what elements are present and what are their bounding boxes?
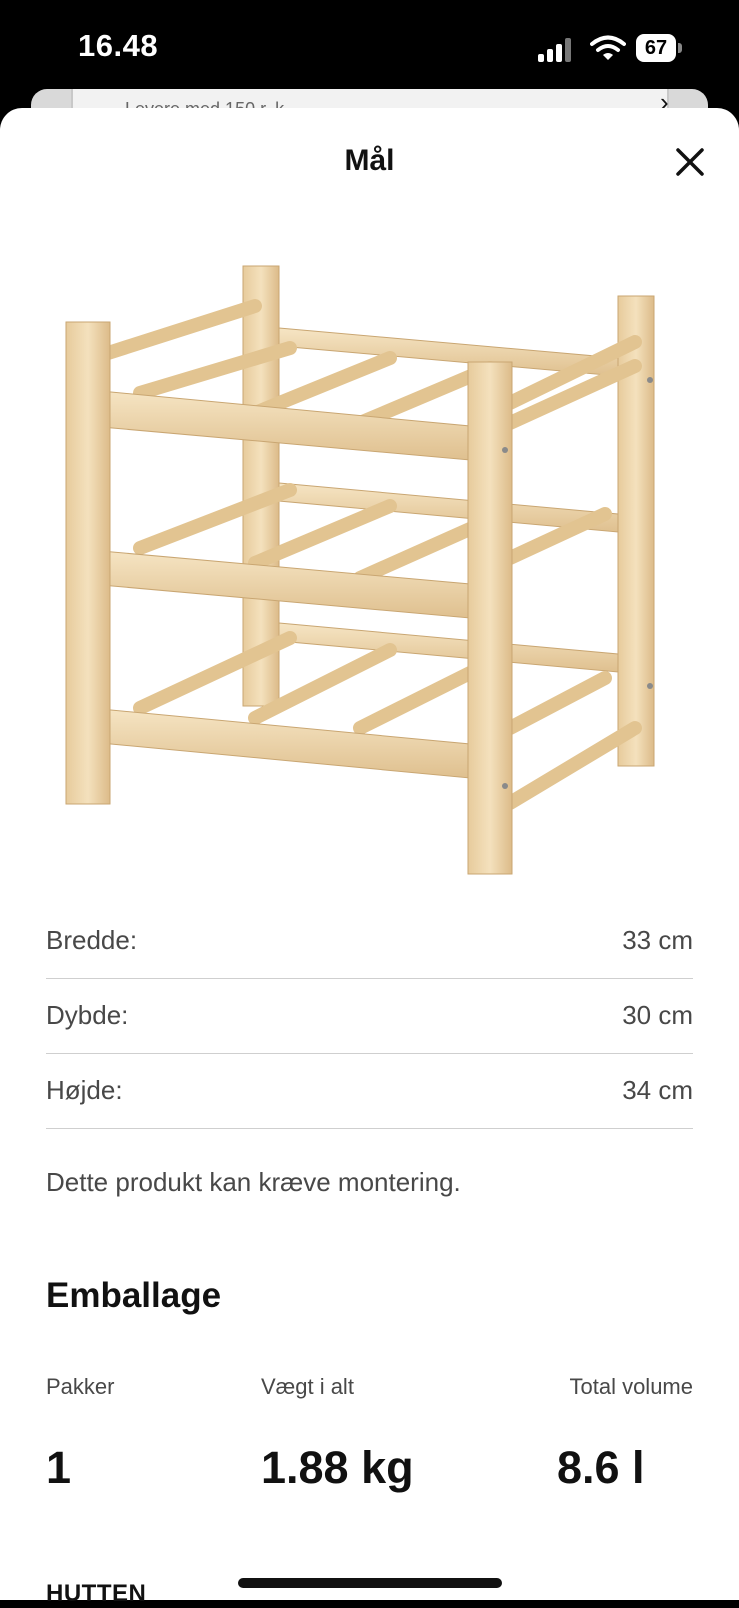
dimension-row-width: Bredde: 33 cm [46,904,693,979]
volume-value: 8.6 l [557,1442,645,1493]
dimension-label: Dybde: [46,1000,129,1030]
product-name: HUTTEN [46,1580,147,1607]
weight-label: Vægt i alt [261,1374,354,1399]
battery-level: 67 [636,34,676,62]
battery-icon: 67 [636,34,682,62]
dimension-value: 30 cm [622,1000,693,1030]
volume-label: Total volume [569,1374,693,1399]
product-image [65,265,655,875]
dimension-value: 33 cm [622,925,693,955]
status-bar: 16.48 67 [0,0,739,100]
dimensions-table: Bredde: 33 cm Dybde: 30 cm Højde: 34 cm [46,904,693,1129]
dimension-label: Bredde: [46,925,138,955]
dimension-row-height: Højde: 34 cm [46,1054,693,1129]
status-time: 16.48 [78,28,159,63]
packaging-heading: Emballage [46,1276,222,1315]
weight-value: 1.88 kg [261,1442,414,1493]
dimension-row-depth: Dybde: 30 cm [46,979,693,1054]
dimension-value: 34 cm [622,1075,693,1105]
cellular-signal-icon [538,36,578,62]
close-icon[interactable] [670,142,710,182]
packages-label: Pakker [46,1374,115,1399]
assembly-note: Dette produkt kan kræve montering. [46,1167,461,1197]
dimensions-sheet: Mål Bredde: 33 cm Dybde: 30 cm Højde: 34… [0,108,739,1607]
sheet-title: Mål [344,144,395,177]
wifi-icon [590,35,626,60]
dimension-label: Højde: [46,1075,123,1105]
home-indicator[interactable] [238,1578,502,1588]
packages-value: 1 [46,1442,72,1493]
